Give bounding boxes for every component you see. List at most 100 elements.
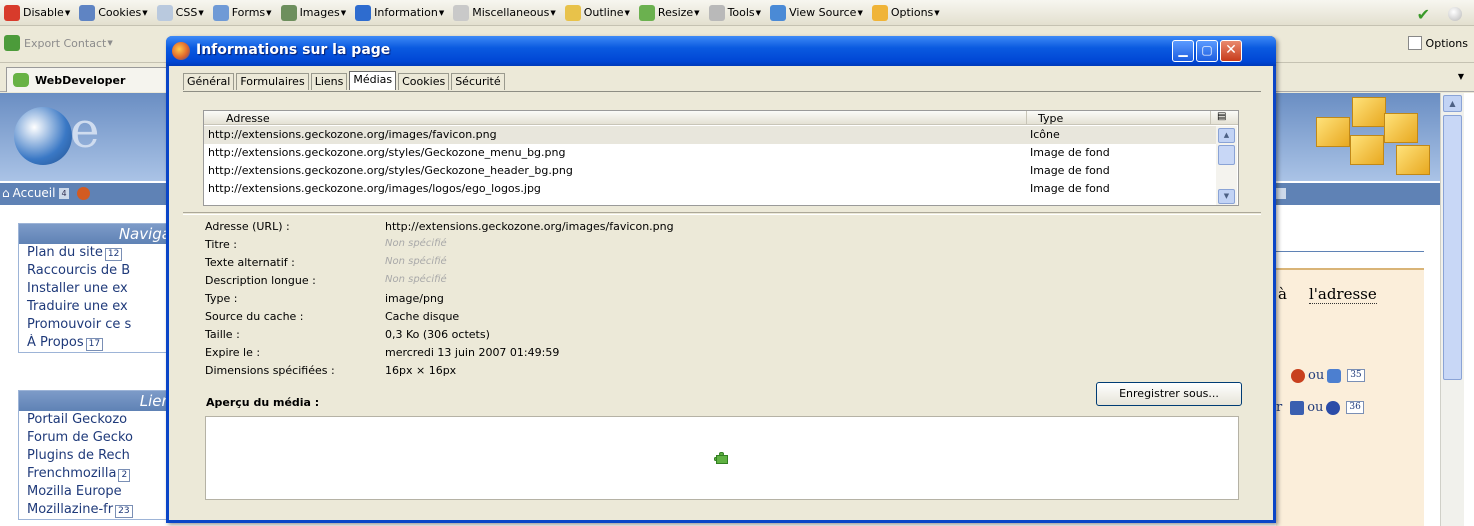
devbar-menu-images[interactable]: Images ▼ (280, 4, 346, 21)
devbar-menu-outline[interactable]: Outline ▼ (564, 4, 630, 21)
devbar-menu-miscellaneous[interactable]: Miscellaneous ▼ (453, 4, 556, 21)
devbar-menu-tools[interactable]: Tools ▼ (708, 4, 761, 21)
save-as-button[interactable]: Enregistrer sous... (1096, 382, 1242, 406)
tab-formulaires[interactable]: Formulaires (236, 73, 309, 90)
splitter[interactable] (183, 212, 1261, 215)
thunderbird-icon[interactable] (1326, 400, 1341, 415)
web-developer-toolbar: Disable ▼ Cookies ▼ CSS ▼ Forms ▼ Images ▼ Informa… (0, 0, 1474, 26)
devbar-menu-label: Tools (727, 6, 755, 19)
property-label: Dimensions spécifiées : (205, 364, 335, 377)
maximize-button[interactable]: ▢ (1196, 40, 1218, 62)
sidebar-link[interactable]: Portail Geckozo (19, 411, 177, 429)
firefox-icon (172, 42, 190, 60)
close-button[interactable]: ✕ (1220, 40, 1242, 62)
scroll-down-icon[interactable]: ▼ (1218, 189, 1235, 204)
tab-list-dropdown-icon[interactable]: ▼ (1458, 72, 1464, 81)
nav-home-link[interactable]: ⌂ Accueil 4 (2, 186, 90, 200)
m-icon[interactable] (1290, 400, 1305, 415)
export-contact-icon (4, 35, 20, 51)
sidebar-link[interactable]: Traduire une ex (19, 298, 177, 316)
export-contact-button[interactable]: Export Contact ▼ (4, 35, 113, 51)
devbar-menu-information[interactable]: Information ▼ (355, 4, 444, 21)
column-picker-icon[interactable]: ▤ (1217, 111, 1226, 122)
tab-cookies[interactable]: Cookies (398, 73, 450, 90)
sidebar-link[interactable]: Mozillazine-fr 23 (19, 501, 177, 519)
chevron-down-icon: ▼ (934, 8, 940, 17)
logo-letter: e (70, 101, 100, 159)
people-icon[interactable] (1327, 368, 1342, 383)
scroll-up-icon[interactable]: ▲ (1218, 128, 1235, 143)
column-type[interactable]: Type (1038, 112, 1063, 125)
or-text: ou (1308, 368, 1325, 383)
tab-liens[interactable]: Liens (310, 73, 348, 90)
sidebar-link[interactable]: À Propos 17 (19, 334, 177, 352)
sidebar-link[interactable]: Frenchmozilla 2 (19, 465, 177, 483)
browser-tab-webdeveloper[interactable]: WebDeveloper (6, 67, 176, 92)
cubes-logo-icon (1300, 93, 1440, 181)
row-address: http://extensions.geckozone.org/styles/G… (208, 146, 566, 159)
devbar-menu-resize[interactable]: Resize ▼ (638, 4, 700, 21)
sidebar-link[interactable]: Promouvoir ce s (19, 316, 177, 334)
page-scrollbar[interactable]: ▲ (1440, 93, 1464, 526)
devbar-menu-cookies[interactable]: Cookies ▼ (79, 4, 148, 21)
address-link[interactable]: l'adresse (1308, 285, 1377, 304)
property-label: Adresse (URL) : (205, 220, 290, 233)
table-scrollbar[interactable]: ▲ ▼ (1216, 126, 1237, 205)
media-preview (205, 416, 1239, 500)
tab-medias[interactable]: Médias (349, 71, 397, 90)
disable-icon (4, 4, 20, 21)
devbar-menu-view-source[interactable]: View Source ▼ (770, 4, 863, 21)
tab-securite[interactable]: Sécurité (451, 73, 505, 90)
sidebar-link[interactable]: Plan du site 12 (19, 244, 177, 262)
devbar-menu-label: Cookies (98, 6, 142, 19)
sidebar-link[interactable]: Mozilla Europe (19, 483, 177, 501)
sidebar-link-label: Forum de Gecko (27, 430, 133, 445)
sidebar-link-label: Frenchmozilla (27, 466, 117, 481)
dialog-titlebar[interactable]: Informations sur la page ▁ ▢ ✕ (166, 36, 1276, 66)
sidebar-link[interactable]: Raccourcis de B (19, 262, 177, 280)
r-text: r (1276, 400, 1283, 415)
options-icon (871, 4, 888, 21)
sidebar-link[interactable]: Forum de Gecko (19, 429, 177, 447)
row-address: http://extensions.geckozone.org/images/l… (208, 182, 541, 195)
status-orb-icon (1448, 7, 1462, 21)
tools-icon (708, 4, 725, 21)
checkmark-icon[interactable]: ✔ (1417, 5, 1430, 24)
property-label: Titre : (205, 238, 238, 251)
sidebar-link-label: Plan du site (27, 245, 103, 260)
chevron-down-icon: ▼ (857, 8, 863, 17)
row-type: Image de fond (1030, 164, 1110, 177)
table-row[interactable]: http://extensions.geckozone.org/images/l… (204, 180, 1216, 198)
address-prefix: à (1278, 285, 1287, 303)
table-row[interactable]: http://extensions.geckozone.org/styles/G… (204, 162, 1216, 180)
devbar-menu-label: Information (374, 6, 438, 19)
minimize-button[interactable]: ▁ (1172, 40, 1194, 62)
scroll-up-icon[interactable]: ▲ (1443, 95, 1462, 112)
column-address[interactable]: Adresse (226, 112, 270, 125)
devbar-menu-label: View Source (789, 6, 857, 19)
property-value: image/png (385, 292, 444, 305)
devbar-menu-label: Options (890, 6, 934, 19)
scroll-thumb[interactable] (1443, 115, 1462, 380)
sidebar-link[interactable]: Plugins de Rech (19, 447, 177, 465)
devbar-menu-forms[interactable]: Forms ▼ (212, 4, 272, 21)
table-row[interactable]: http://extensions.geckozone.org/styles/G… (204, 144, 1216, 162)
table-row[interactable]: http://extensions.geckozone.org/images/f… (204, 126, 1216, 144)
devbar-menu-options[interactable]: Options ▼ (871, 4, 940, 21)
devbar-menu-disable[interactable]: Disable ▼ (4, 4, 70, 21)
sidebar-link-label: Plugins de Rech (27, 448, 130, 463)
badge-35: 35 (1347, 369, 1365, 382)
tab-general[interactable]: Général (183, 73, 235, 90)
dialog-tabs: Général Formulaires Liens Médias Cookies Sécu… (183, 71, 507, 91)
chevron-down-icon: ▼ (107, 39, 113, 47)
devbar-menu-css[interactable]: CSS ▼ (156, 4, 204, 21)
scroll-thumb[interactable] (1218, 145, 1235, 165)
site-logo-icon[interactable] (14, 107, 72, 165)
page-info-dialog: Informations sur la page ▁ ▢ ✕ Général Fo… (166, 36, 1276, 523)
property-value: Non spécifié (385, 238, 447, 249)
options-button[interactable]: Options (1407, 36, 1468, 50)
firefox-icon[interactable] (1291, 368, 1305, 383)
export-contact-label: Export Contact (24, 36, 107, 50)
sidebar-link[interactable]: Installer une ex (19, 280, 177, 298)
miscellaneous-icon (453, 4, 470, 21)
